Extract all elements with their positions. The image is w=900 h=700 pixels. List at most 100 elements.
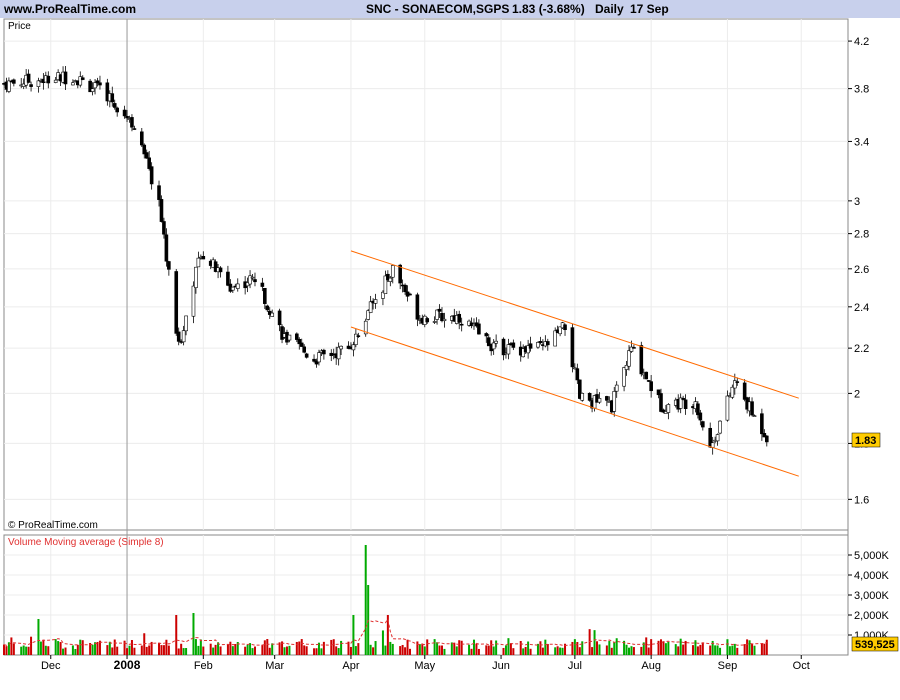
volume-bar	[524, 646, 527, 655]
volume-tick-label: 3,000K	[854, 590, 890, 602]
volume-bar	[610, 647, 613, 655]
candle-body	[194, 266, 198, 288]
candle-body	[263, 287, 267, 304]
candle-body	[235, 283, 240, 289]
volume-bar	[763, 643, 766, 655]
candle-body	[231, 286, 235, 291]
candle-body	[302, 346, 306, 353]
candle-body	[735, 381, 740, 383]
candle-body	[164, 234, 169, 262]
volume-bar	[96, 641, 99, 655]
candle-body	[563, 324, 567, 330]
volume-bar	[391, 643, 394, 655]
volume-bar	[94, 642, 97, 655]
candle-body	[580, 393, 585, 401]
candle-body	[339, 345, 343, 350]
volume-bar	[546, 643, 549, 655]
volume-bar	[591, 647, 594, 655]
volume-bar	[453, 642, 456, 655]
candle-body	[317, 352, 321, 363]
volume-bar	[613, 642, 616, 655]
candle-body	[71, 82, 75, 86]
volume-bar	[679, 638, 682, 655]
candle-body	[570, 327, 575, 368]
candle-body	[287, 334, 292, 341]
candle-body	[139, 131, 144, 146]
candle-body	[270, 312, 275, 317]
volume-bar	[79, 639, 82, 655]
volume-bar	[512, 648, 515, 655]
volume-bar	[140, 645, 143, 655]
candle-body	[437, 308, 442, 312]
volume-bar	[202, 646, 205, 655]
volume-axis-ticks: 5,000K4,000K3,000K2,000K1,000K	[848, 550, 890, 642]
volume-bar	[300, 639, 303, 655]
volume-bar	[271, 643, 274, 655]
volume-bar	[349, 646, 352, 655]
volume-bar	[197, 645, 200, 655]
volume-bar	[3, 644, 5, 655]
volume-bar	[743, 644, 746, 655]
volume-bar	[133, 647, 136, 655]
candle-body	[125, 115, 129, 119]
volume-bar	[234, 644, 237, 655]
candle-body	[157, 185, 161, 200]
volume-bar	[728, 646, 731, 655]
date-tick-label: Aug	[641, 660, 661, 672]
volume-bar	[714, 645, 717, 655]
candle-body	[218, 267, 223, 273]
volume-bar	[736, 647, 739, 655]
candle-body	[110, 93, 115, 103]
candle-body	[511, 342, 516, 348]
volume-bar	[628, 647, 631, 655]
volume-bar	[182, 648, 185, 655]
last-price-badge: 1.83	[851, 432, 881, 448]
volume-bar	[593, 630, 596, 655]
candle-body	[649, 381, 653, 392]
volume-bar	[148, 645, 151, 655]
candle-body	[575, 368, 580, 381]
volume-bar	[364, 545, 367, 655]
volume-bar	[320, 648, 323, 655]
candle-body	[90, 88, 95, 92]
candle-body	[491, 342, 496, 350]
volume-bar	[5, 646, 8, 655]
candle-body	[501, 338, 506, 356]
volume-bar	[406, 639, 409, 655]
candle-body	[730, 386, 735, 398]
volume-bar	[57, 641, 60, 655]
volume-bar	[674, 644, 677, 655]
volume-bar	[632, 647, 635, 655]
volume-bar	[455, 646, 458, 655]
candle-body	[144, 152, 149, 159]
candle-body	[93, 82, 97, 89]
volume-bar	[485, 645, 488, 655]
volume-bar	[263, 640, 266, 655]
price-tick-label: 2	[854, 388, 860, 400]
volume-bar	[731, 645, 734, 655]
volume-bar	[160, 645, 163, 655]
candle-body	[176, 331, 181, 342]
date-tick-label: Sep	[718, 660, 738, 672]
candle-body	[122, 109, 127, 117]
candle-body	[494, 340, 498, 344]
volume-bar	[677, 646, 680, 655]
volume-bar	[158, 642, 161, 655]
volume-bar	[492, 646, 495, 655]
volume-tick-label: 2,000K	[854, 610, 890, 622]
volume-bar	[285, 646, 288, 655]
volume-bar	[219, 646, 222, 655]
volume-bar	[433, 639, 436, 655]
volume-bar	[39, 641, 42, 655]
candle-body	[506, 344, 511, 355]
volume-bar	[389, 641, 392, 655]
volume-bar	[128, 645, 131, 655]
volume-bar	[315, 648, 318, 655]
volume-bar	[709, 645, 712, 655]
volume-bar	[246, 644, 249, 655]
candle-body	[277, 310, 282, 326]
volume-bar	[716, 645, 719, 655]
candle-body	[432, 321, 437, 323]
volume-bar	[502, 647, 505, 655]
volume-bar	[544, 639, 547, 655]
